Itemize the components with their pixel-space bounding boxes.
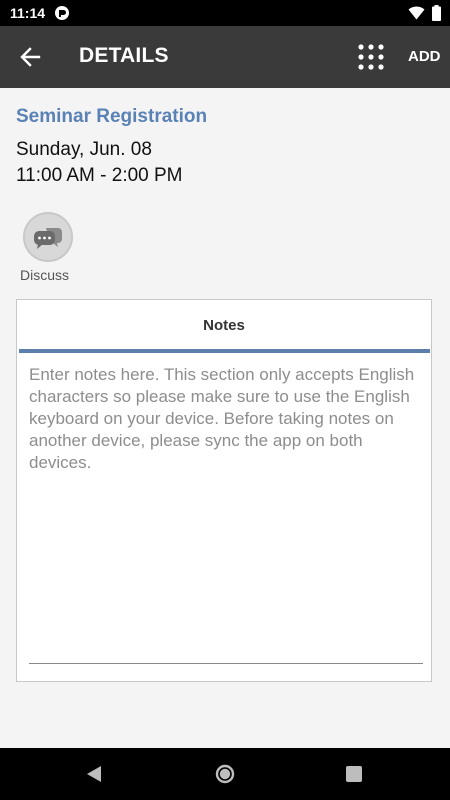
status-bar: 11:14 bbox=[0, 0, 450, 26]
add-button[interactable]: ADD bbox=[408, 48, 441, 65]
notes-header-underline bbox=[19, 349, 430, 353]
notes-header: Notes bbox=[203, 316, 245, 334]
square-recents-icon[interactable] bbox=[346, 766, 362, 782]
discuss-button[interactable]: Discuss bbox=[18, 212, 80, 284]
event-date: Sunday, Jun. 08 bbox=[16, 139, 152, 160]
discuss-icon-circle bbox=[23, 212, 73, 262]
back-button[interactable] bbox=[16, 43, 44, 71]
event-time: 11:00 AM - 2:00 PM bbox=[16, 165, 183, 186]
navigation-bar bbox=[0, 748, 450, 800]
triangle-back-icon[interactable] bbox=[86, 765, 104, 783]
battery-icon bbox=[432, 5, 441, 21]
event-title: Seminar Registration bbox=[16, 106, 208, 127]
notes-input[interactable] bbox=[29, 364, 423, 664]
wifi-icon bbox=[408, 6, 425, 20]
discuss-label: Discuss bbox=[20, 267, 70, 283]
grid-dots-icon[interactable] bbox=[357, 43, 385, 71]
status-time: 11:14 bbox=[10, 5, 46, 21]
app-bar: DETAILS ADD bbox=[0, 26, 450, 88]
arrow-left-icon bbox=[20, 47, 41, 67]
pocket-icon bbox=[55, 6, 69, 20]
notes-panel: Notes bbox=[16, 299, 432, 682]
page-title: DETAILS bbox=[79, 44, 169, 67]
circle-home-icon[interactable] bbox=[215, 764, 235, 784]
chat-bubbles-icon bbox=[34, 228, 62, 249]
